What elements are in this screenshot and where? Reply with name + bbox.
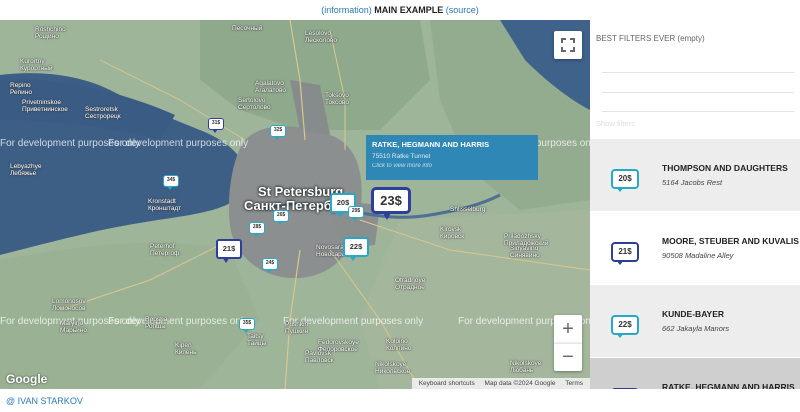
- filter-divider: [602, 72, 794, 73]
- place-label-ropsha: Ropsha Ропша: [145, 316, 168, 330]
- place-label-pesochny: Песочный: [232, 25, 263, 32]
- map-data-text: Map data ©2024 Google: [484, 380, 556, 387]
- popup-hint[interactable]: Click to view more info: [372, 162, 532, 171]
- place-label-peterhof: Peterhof Петергоф: [150, 243, 180, 257]
- info-popup[interactable]: RATKE, HEGMANN AND HARRIS 75510 Ratke Tu…: [366, 135, 538, 180]
- show-filters-link[interactable]: Show filters: [596, 119, 635, 128]
- result-card[interactable]: 20$ THOMPSON AND DAUGHTERS 5164 Jacobs Res…: [590, 139, 800, 211]
- result-card[interactable]: 21$ MOORE, STEUBER AND KUVALIS 90508 Madal…: [590, 212, 800, 284]
- place-label-pavlovsk: Pavlovsk Павловск: [305, 350, 334, 364]
- google-logo: Google: [6, 372, 48, 386]
- map-canvas[interactable]: For development purposes only For develo…: [0, 20, 590, 389]
- dev-watermark: For development purposes only: [108, 138, 249, 149]
- map-attribution: Keyboard shortcuts Map data ©2024 Google…: [411, 378, 590, 389]
- place-label-pushkin: Pushkin Пушкин: [285, 321, 309, 335]
- place-label-kolpino: Kolpino Колпино: [386, 338, 412, 352]
- place-label-kurortny: Kurortny Курортный: [20, 58, 53, 72]
- place-label-lebyazhye: Lebyazhye Лебяжье: [10, 163, 42, 177]
- place-label-pri: Priladozhsky Приладожский: [504, 233, 549, 247]
- card-name: RATKE, HEGMANN AND HARRIS: [662, 382, 795, 389]
- card-price-marker: 21$: [611, 242, 639, 265]
- price-marker-m23[interactable]: 23$: [371, 187, 411, 220]
- place-label-sertolovo: Sertolovo Сертолово: [238, 97, 271, 111]
- source-link[interactable]: (source): [446, 5, 479, 15]
- page-title: MAIN EXAMPLE: [374, 5, 444, 15]
- card-address: 90508 Madaline Alley: [662, 251, 734, 260]
- card-name: THOMPSON AND DAUGHTERS: [662, 163, 788, 173]
- price-marker-m24[interactable]: 24$: [262, 258, 278, 273]
- card-price-marker: 23$: [611, 388, 639, 389]
- card-address: 662 Jakayla Manors: [662, 324, 730, 333]
- place-label-kipen: Kipen Кипень: [175, 342, 197, 356]
- place-label-sestroretsk: Sestroretsk Сестрорецк: [85, 106, 121, 120]
- card-price-marker: 20$: [611, 169, 639, 192]
- price-marker-m34[interactable]: 34$: [163, 175, 179, 190]
- price-marker-m22[interactable]: 22$: [343, 237, 369, 261]
- place-label-privetninskoe: Privetninskoe Приветнинское: [22, 99, 68, 113]
- terms-link[interactable]: Terms: [565, 380, 583, 387]
- sidebar: BEST FILTERS EVER (empty) Show filters 2…: [590, 20, 800, 389]
- place-label-kirovsk: Kirovsk Кировск: [440, 226, 465, 240]
- filters-title: BEST FILTERS EVER (empty): [596, 34, 705, 43]
- card-name: MOORE, STEUBER AND KUVALIS: [662, 236, 799, 246]
- popup-title: RATKE, HEGMANN AND HARRIS: [372, 140, 490, 149]
- filter-divider: [602, 111, 794, 112]
- place-label-shlisselburg: Shlisselburg: [450, 206, 486, 213]
- card-address: 5164 Jacobs Rest: [662, 178, 723, 187]
- place-label-lesolovo: Lesolovo Лесколово: [305, 30, 337, 44]
- place-label-sinyavino: Sinyavino Синявино: [510, 245, 540, 259]
- price-marker-m32[interactable]: 32$: [270, 125, 286, 140]
- place-label-repino: Repino Репино: [10, 82, 33, 96]
- price-marker-m29[interactable]: 29$: [348, 206, 364, 221]
- fullscreen-button[interactable]: [554, 31, 582, 59]
- card-name: KUNDE-BAYER: [662, 309, 725, 319]
- place-label-otradnoye: Otradnoye Отрадное: [395, 277, 426, 291]
- price-marker-m35[interactable]: 35$: [239, 318, 255, 333]
- keyboard-shortcuts-link[interactable]: Keyboard shortcuts: [419, 380, 475, 387]
- result-card[interactable]: 23$ RATKE, HEGMANN AND HARRIS: [590, 358, 800, 389]
- information-link[interactable]: (information): [321, 5, 372, 15]
- place-label-agalatovo: Agalatovo Агалатово: [255, 80, 286, 94]
- place-label-kronstadt: Kronstadt Кронштадт: [148, 198, 182, 212]
- popup-address: 75510 Ratke Tunnel: [372, 153, 431, 160]
- place-label-gatchina: Taitsy Тайцы: [247, 333, 267, 347]
- place-label-lyubtsy: Nikolskoye Любань: [510, 360, 542, 374]
- filter-divider: [602, 92, 794, 93]
- fullscreen-icon: [561, 38, 575, 52]
- place-label-nikolskoye: Nikolskoye Никольское: [375, 361, 411, 375]
- price-marker-m28[interactable]: 28$: [249, 222, 265, 237]
- place-label-toksovo: Toksovo Токсово: [325, 92, 349, 106]
- price-marker-m31[interactable]: 31$: [208, 118, 224, 133]
- price-marker-m21[interactable]: 21$: [216, 239, 242, 263]
- zoom-in-button[interactable]: +: [554, 315, 582, 343]
- place-label-roshchino: Roshchino Рощино: [35, 26, 66, 40]
- result-card[interactable]: 22$ KUNDE-BAYER 662 Jakayla Manors: [590, 285, 800, 357]
- price-marker-m26[interactable]: 26$: [273, 210, 289, 225]
- place-label-lomonosov: Lomonosov Ломоносов: [52, 298, 86, 312]
- card-price-marker: 22$: [611, 315, 639, 338]
- author-link[interactable]: @ IVAN STARKOV: [6, 396, 83, 406]
- top-header: (information) MAIN EXAMPLE (source): [0, 0, 800, 20]
- place-label-maryino: Maryino Марьино: [60, 320, 87, 334]
- zoom-out-button[interactable]: −: [554, 343, 582, 371]
